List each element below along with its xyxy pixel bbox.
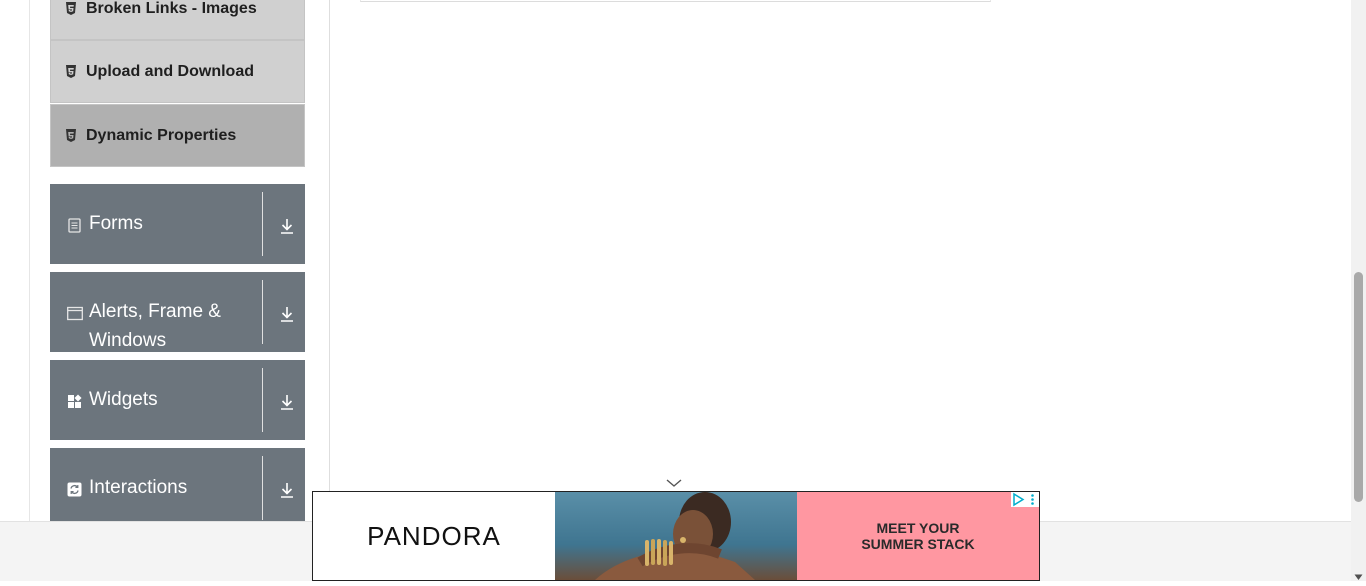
- document-icon: [67, 218, 82, 233]
- separator: [262, 456, 263, 520]
- group-label: Alerts, Frame & Windows: [89, 301, 221, 351]
- advertisement-banner[interactable]: PANDORA MEET YOUR SUMMER STACK: [312, 491, 1040, 581]
- ad-image[interactable]: [555, 492, 797, 580]
- group-label: Forms: [89, 213, 143, 234]
- sidebar-divider: [329, 0, 330, 521]
- download-arrow-icon[interactable]: [278, 305, 296, 323]
- adchoices[interactable]: [1011, 492, 1039, 507]
- chevron-down-icon[interactable]: [664, 476, 684, 490]
- scrollbar[interactable]: [1351, 0, 1366, 581]
- ad-cta-text: MEET YOUR SUMMER STACK: [861, 520, 975, 552]
- menu-item-label: Dynamic Properties: [86, 126, 237, 144]
- html5-icon: [65, 129, 77, 142]
- ad-brand[interactable]: PANDORA: [313, 492, 555, 580]
- group-label: Widgets: [89, 389, 158, 410]
- html5-icon: [65, 2, 77, 15]
- window-icon: [67, 306, 83, 321]
- download-arrow-icon[interactable]: [278, 393, 296, 411]
- adchoices-icon[interactable]: [1011, 492, 1026, 507]
- scroll-down-arrow-icon[interactable]: [1354, 568, 1363, 580]
- content-panel-edge: [360, 0, 991, 2]
- group-forms[interactable]: Forms: [50, 184, 305, 264]
- separator: [262, 368, 263, 432]
- ad-brand-logo: PANDORA: [367, 520, 501, 551]
- menu-item-label: Upload and Download: [86, 62, 254, 80]
- menu-item-dynamic-properties[interactable]: Dynamic Properties: [50, 104, 305, 167]
- menu-item-broken-links-images[interactable]: Broken Links - Images: [50, 0, 305, 40]
- scrollbar-thumb[interactable]: [1354, 272, 1363, 502]
- html5-icon: [65, 65, 77, 78]
- separator: [262, 280, 263, 344]
- group-alerts-frame-windows[interactable]: Alerts, Frame & Windows: [50, 272, 305, 352]
- separator: [262, 192, 263, 256]
- group-label: Interactions: [89, 477, 188, 498]
- group-interactions[interactable]: Interactions: [50, 448, 305, 528]
- menu-item-label: Broken Links - Images: [86, 0, 257, 17]
- refresh-icon: [67, 482, 82, 497]
- group-widgets[interactable]: Widgets: [50, 360, 305, 440]
- left-rule: [29, 0, 30, 521]
- download-arrow-icon[interactable]: [278, 217, 296, 235]
- page: Broken Links - Images Upload and Downloa…: [0, 0, 1351, 528]
- widgets-icon: [67, 394, 82, 409]
- menu-item-upload-and-download[interactable]: Upload and Download: [50, 40, 305, 103]
- ad-cta[interactable]: MEET YOUR SUMMER STACK: [797, 492, 1039, 580]
- more-options-icon[interactable]: [1026, 492, 1039, 507]
- download-arrow-icon[interactable]: [278, 481, 296, 499]
